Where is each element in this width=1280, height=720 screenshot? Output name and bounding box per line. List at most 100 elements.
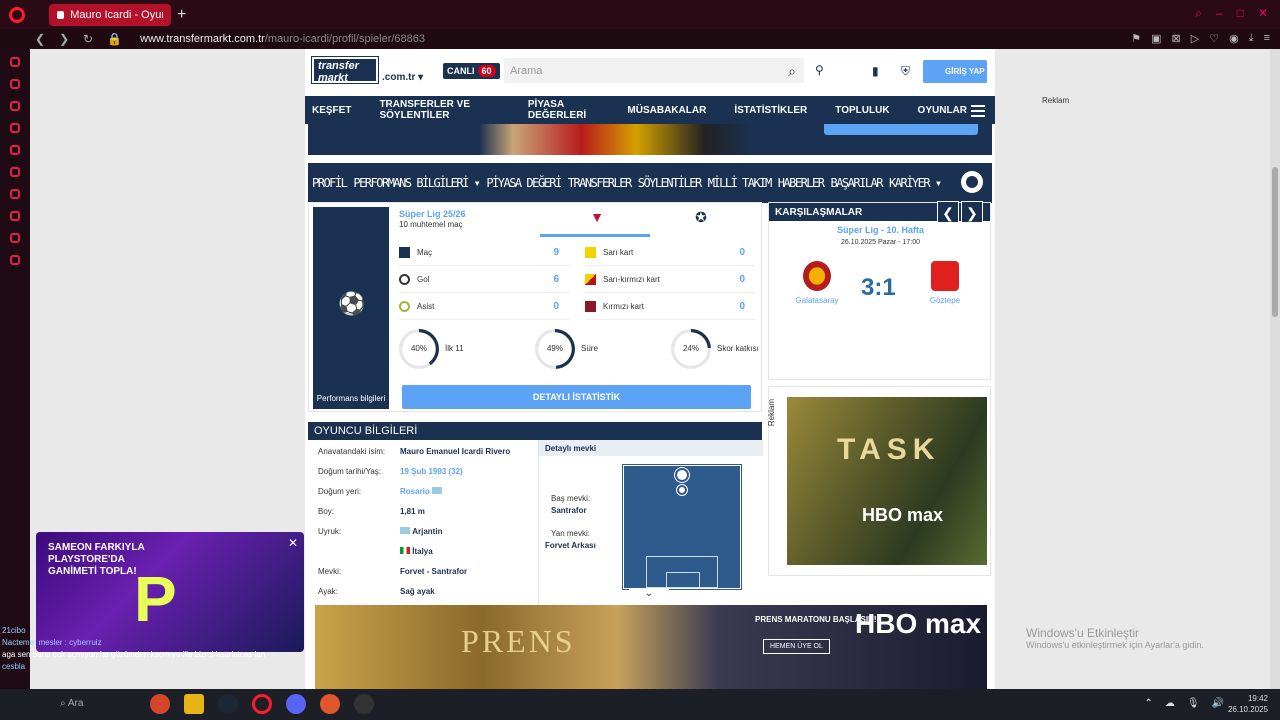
- taskbar-app-icon[interactable]: [320, 694, 340, 714]
- file-explorer-icon[interactable]: [184, 694, 204, 714]
- stat-value[interactable]: 9: [553, 247, 559, 258]
- sidebar-item-2-icon[interactable]: [10, 79, 20, 89]
- bookmark-icon[interactable]: ▮: [872, 64, 879, 78]
- info-value[interactable]: Arjantin: [400, 527, 442, 536]
- settings-gear-icon[interactable]: [961, 171, 983, 193]
- performance-card[interactable]: ⚽ Performans bilgileri: [313, 207, 389, 409]
- menu-item-community[interactable]: TOPLULUK: [835, 105, 889, 116]
- mic-icon[interactable]: 🎙: [1187, 698, 1200, 709]
- sidebar-item-10-icon[interactable]: [10, 255, 20, 265]
- menu-item-transfers[interactable]: TRANSFERLER VE SÖYLENTİLER: [379, 99, 499, 121]
- banner-button[interactable]: [824, 124, 978, 135]
- taskbar-search[interactable]: ⌕ Ara: [60, 698, 83, 709]
- sidebar-item-9-icon[interactable]: [10, 233, 20, 243]
- vertical-scrollbar[interactable]: [1270, 49, 1280, 689]
- minimize-icon[interactable]: –: [1216, 6, 1223, 21]
- menu-item-market-values[interactable]: PİYASA DEĞERLERİ: [528, 99, 600, 121]
- info-value[interactable]: 19 Şub 1993 (32): [400, 467, 463, 476]
- browser-tab-active[interactable]: Mauro Icardi - Oyuncu pro: [49, 3, 171, 26]
- bottom-advertisement[interactable]: PRENS PRENS MARATONU BAŞLASIN! HEMEN ÜYE…: [315, 605, 987, 689]
- url-field[interactable]: www.transfermarkt.com.tr/mauro-icardi/pr…: [140, 33, 425, 45]
- menu-item-games[interactable]: OYUNLAR: [918, 105, 967, 116]
- play-icon[interactable]: ▷: [1191, 32, 1199, 45]
- menu-item-competitions[interactable]: MÜSABAKALAR: [627, 105, 706, 116]
- volume-icon[interactable]: 🔊: [1212, 698, 1224, 709]
- match-score[interactable]: 3:1: [861, 274, 896, 302]
- sidebar-item-1-icon[interactable]: [10, 57, 20, 67]
- sidebar-item-6-icon[interactable]: [10, 167, 20, 177]
- steam-icon[interactable]: [218, 694, 238, 714]
- site-domain[interactable]: .com.tr ▾: [382, 72, 423, 83]
- live-button[interactable]: CANLI 60: [443, 63, 500, 79]
- subnav-milli-takim[interactable]: MİLLİ TAKIM: [708, 176, 772, 190]
- ad-image[interactable]: TASK HBO max: [787, 397, 987, 565]
- champions-league-logo-icon[interactable]: ✪: [681, 209, 721, 225]
- reload-icon[interactable]: ↻: [83, 32, 93, 46]
- taskbar-app-icon[interactable]: [354, 694, 374, 714]
- forward-icon[interactable]: ❯: [59, 32, 69, 46]
- cloud-icon[interactable]: ☁: [1165, 698, 1175, 709]
- heart-icon[interactable]: ♡: [1209, 32, 1219, 45]
- scrollbar-thumb[interactable]: [1272, 167, 1278, 317]
- bottom-ad-cta[interactable]: HEMEN ÜYE OL: [763, 639, 830, 654]
- login-button[interactable]: GİRİŞ YAP: [923, 60, 987, 83]
- subnav-profil[interactable]: PROFİL: [312, 176, 348, 190]
- prev-match-button[interactable]: ❮: [937, 201, 959, 223]
- tray-chevron-icon[interactable]: ⌃: [1144, 698, 1152, 709]
- home-team[interactable]: Galatasaray: [787, 261, 847, 305]
- stat-value[interactable]: 0: [553, 301, 559, 312]
- sidebar-item-3-icon[interactable]: [10, 101, 20, 111]
- sidebar-item-4-icon[interactable]: [10, 123, 20, 133]
- away-team[interactable]: Göztepe: [915, 261, 975, 305]
- maximize-icon[interactable]: □: [1237, 6, 1244, 21]
- discord-icon[interactable]: [286, 694, 306, 714]
- stat-value[interactable]: 6: [553, 274, 559, 285]
- sidebar-item-7-icon[interactable]: [10, 189, 20, 199]
- close-window-icon[interactable]: ✕: [1258, 6, 1268, 21]
- subnav-soylentiler[interactable]: SÖYLENTİLER: [638, 176, 702, 190]
- super-lig-logo-icon[interactable]: ▼: [577, 209, 617, 225]
- stat-value[interactable]: 0: [739, 274, 745, 285]
- opera-taskbar-icon[interactable]: [252, 694, 272, 714]
- menu-icon[interactable]: ≡: [1264, 32, 1270, 45]
- pin-icon[interactable]: ⚑: [1131, 32, 1141, 45]
- sidebar-item-5-icon[interactable]: [10, 145, 20, 155]
- stat-value[interactable]: 0: [739, 301, 745, 312]
- league-season[interactable]: Süper Lig 25/26: [399, 209, 466, 219]
- search-input[interactable]: Arama ⌕: [504, 58, 804, 83]
- subnav-transferler[interactable]: TRANSFERLER: [568, 176, 632, 190]
- user-search-icon[interactable]: ⚲: [815, 63, 824, 77]
- taskbar-app-icon[interactable]: [150, 694, 170, 714]
- detailed-stats-button[interactable]: DETAYLI İSTATİSTİK: [402, 385, 751, 409]
- subnav-haberler[interactable]: HABERLER: [778, 176, 825, 190]
- profile-icon[interactable]: ◉: [1229, 32, 1239, 45]
- hamburger-menu-icon[interactable]: [971, 102, 985, 120]
- match-league[interactable]: Süper Lig - 10. Hafta: [769, 225, 992, 235]
- snapshot-icon[interactable]: ▣: [1151, 32, 1161, 45]
- next-match-button[interactable]: ❯: [961, 201, 983, 223]
- taskbar-clock[interactable]: 19:42 26.10.2025: [1228, 693, 1268, 715]
- search-icon[interactable]: ⌕: [788, 63, 796, 80]
- subnav-basarilar[interactable]: BAŞARILAR: [830, 176, 883, 190]
- download-icon[interactable]: ⤓: [1249, 32, 1254, 45]
- menu-item-statistics[interactable]: İSTATİSTİKLER: [734, 105, 807, 116]
- site-logo[interactable]: transfer markt: [312, 57, 378, 84]
- side-advertisement[interactable]: Reklam TASK HBO max: [767, 386, 991, 576]
- birthplace-link[interactable]: Rosario: [400, 487, 430, 496]
- stat-value[interactable]: 0: [739, 247, 745, 258]
- birthdate-link[interactable]: 19 Şub 1993 (32): [400, 467, 463, 476]
- info-value[interactable]: İtalya: [400, 547, 433, 556]
- opera-logo-icon[interactable]: [9, 6, 25, 23]
- sidebar-item-8-icon[interactable]: [10, 211, 20, 221]
- menu-item-kesfet[interactable]: KEŞFET: [312, 105, 351, 116]
- shield-icon[interactable]: ⛨: [901, 64, 910, 79]
- info-value[interactable]: Rosario: [400, 487, 443, 496]
- adblock-icon[interactable]: ⊠: [1172, 32, 1181, 45]
- subnav-performans[interactable]: PERFORMANS BİLGİLERİ ▾: [353, 176, 480, 190]
- collapse-ad-button[interactable]: ⌄: [629, 588, 669, 604]
- overlay-close-button[interactable]: ✕: [288, 536, 298, 550]
- subnav-kariyer[interactable]: KARİYER ▾: [889, 176, 942, 190]
- new-tab-button[interactable]: +: [177, 6, 186, 24]
- subnav-piyasa[interactable]: PİYASA DEĞERİ: [486, 176, 562, 190]
- back-icon[interactable]: ❮: [35, 32, 45, 46]
